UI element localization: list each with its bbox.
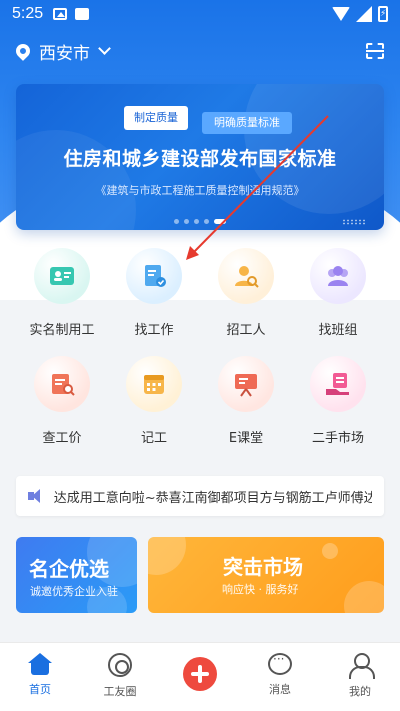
banner-carousel[interactable]: 明确质量标准 制定质量 住房和城乡建设部发布国家标准 《建筑与市政工程施工质量控… [16, 84, 384, 230]
status-bar: 5:25 ⚡ [0, 0, 400, 28]
battery-charging-icon: ⚡ [378, 6, 388, 22]
grid-item-record-work[interactable]: 记工 [108, 356, 200, 446]
wifi-icon [332, 7, 350, 21]
promo-subtitle: 诚邀优秀企业入驻 [30, 585, 118, 598]
tab-label: 我的 [349, 685, 371, 698]
grid-item-label: 找班组 [318, 323, 358, 338]
banner-title: 住房和城乡建设部发布国家标准 [63, 148, 337, 170]
grid-item-label: 二手市场 [311, 431, 364, 446]
notice-text: 达成用工意向啦~恭喜江南御都项目方与钢筋工卢师傅达 [53, 490, 372, 506]
carousel-dot-active[interactable] [214, 219, 226, 224]
grid-item-label: 招工人 [226, 323, 266, 338]
grid-item-label: 实名制用工 [29, 323, 95, 338]
carousel-dot[interactable] [204, 219, 209, 224]
grid-icon-bg [218, 356, 274, 412]
banner-tag-primary: 制定质量 [124, 106, 188, 130]
grid-icon-bg [126, 248, 182, 304]
carousel-dot[interactable] [194, 219, 199, 224]
promo-title: 名企优选 [29, 557, 109, 581]
plus-icon[interactable] [183, 657, 217, 691]
home-icon [28, 653, 52, 675]
classroom-board-icon [235, 374, 257, 397]
market-icon [326, 373, 349, 395]
promo-decoration [344, 581, 384, 613]
notice-marquee[interactable]: 达成用工意向啦~恭喜江南御都项目方与钢筋工卢师傅达 [16, 476, 384, 516]
banner-tag-secondary: 明确质量标准 [202, 112, 292, 134]
grid-icon-bg [310, 248, 366, 304]
carousel-dot[interactable] [184, 219, 189, 224]
signal-icon [356, 6, 372, 22]
tab-label: 首页 [29, 683, 51, 696]
tab-profile[interactable]: 我的 [320, 643, 400, 711]
grid-item-recruit-workers[interactable]: 招工人 [200, 248, 292, 338]
city-selector[interactable]: 西安市 [39, 39, 90, 64]
grid-item-label: E课堂 [228, 431, 264, 446]
grid-item-second-hand-market[interactable]: 二手市场 [292, 356, 384, 446]
feature-grid: 实名制用工 找工作 招工人 找班组 查工价 记工 E课堂 二手市场 [16, 248, 384, 446]
job-doc-icon [145, 265, 166, 287]
location-bar: 西安市 [0, 32, 400, 70]
carousel-dot[interactable] [174, 219, 179, 224]
app-notification-icon [75, 8, 90, 20]
team-icon [328, 266, 348, 286]
banner-pattern [342, 219, 366, 225]
aperture-icon [108, 653, 132, 677]
grid-item-real-name-employment[interactable]: 实名制用工 [16, 248, 108, 338]
tab-publish[interactable] [160, 643, 240, 711]
speaker-icon [28, 489, 44, 503]
promo-title: 突击市场 [223, 555, 303, 579]
tab-home[interactable]: 首页 [0, 643, 80, 711]
location-pin-icon [13, 41, 33, 61]
grid-item-label: 记工 [140, 431, 167, 446]
tab-messages[interactable]: 消息 [240, 643, 320, 711]
grid-icon-bg [34, 248, 90, 304]
grid-item-label: 找工作 [134, 323, 174, 338]
grid-item-e-classroom[interactable]: E课堂 [200, 356, 292, 446]
calendar-icon [144, 375, 164, 394]
promo-decoration [322, 543, 338, 559]
tab-label: 消息 [269, 683, 291, 696]
chat-bubble-icon [268, 652, 292, 675]
chevron-down-icon[interactable] [98, 42, 111, 55]
grid-item-find-team[interactable]: 找班组 [292, 248, 384, 338]
promo-decoration [148, 537, 186, 575]
id-card-icon [50, 267, 74, 285]
worker-search-icon [235, 266, 259, 288]
promo-subtitle: 响应快 · 服务好 [222, 583, 299, 596]
grid-icon-bg [126, 356, 182, 412]
gallery-notification-icon [53, 8, 68, 20]
promo-card-rapid-market[interactable]: 突击市场 响应快 · 服务好 [148, 537, 384, 613]
grid-icon-bg [34, 356, 90, 412]
bottom-tab-bar: 首页 工友圈 消息 我的 [0, 642, 400, 711]
promo-card-featured-companies[interactable]: 名企优选 诚邀优秀企业入驻 [16, 537, 137, 613]
grid-icon-bg [218, 248, 274, 304]
status-time: 5:25 [12, 5, 44, 22]
carousel-indicator [16, 219, 384, 224]
grid-icon-bg [310, 356, 366, 412]
banner-subtitle: 《建筑与市政工程施工质量控制通用规范》 [95, 184, 305, 197]
tab-label: 工友圈 [103, 685, 137, 698]
scan-icon[interactable] [366, 43, 384, 59]
grid-item-label: 查工价 [42, 431, 82, 446]
price-search-icon [52, 374, 75, 396]
tab-workmates-circle[interactable]: 工友圈 [80, 643, 160, 711]
user-icon [348, 653, 375, 679]
grid-item-find-job[interactable]: 找工作 [108, 248, 200, 338]
grid-item-check-wages[interactable]: 查工价 [16, 356, 108, 446]
